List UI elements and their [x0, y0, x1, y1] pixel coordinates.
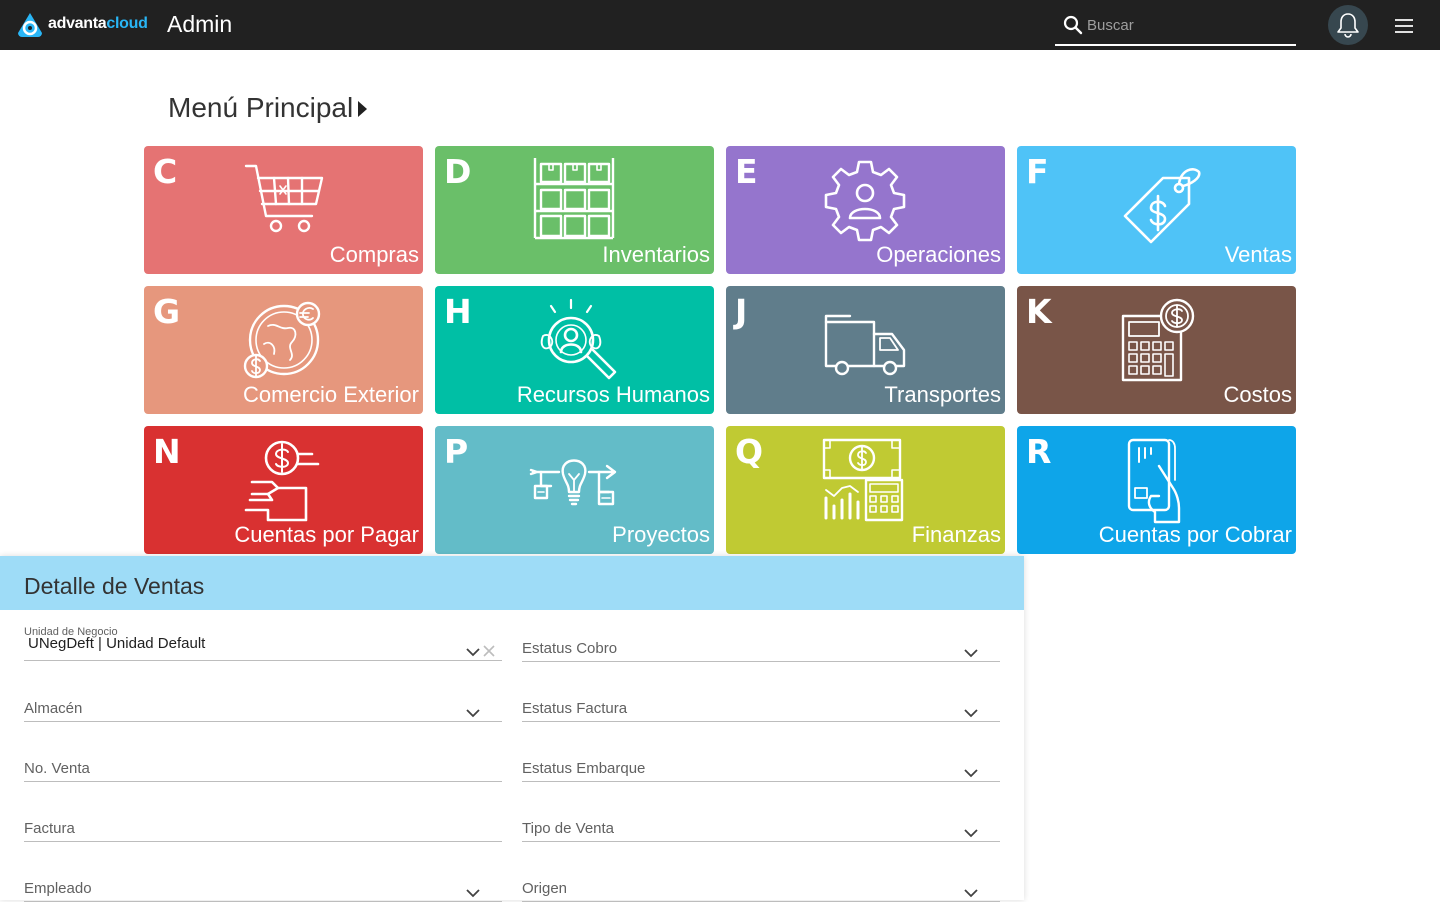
section-title: Menú Principal [168, 92, 354, 123]
chevron-down-icon[interactable] [466, 888, 480, 898]
sale-number-input[interactable]: No. Venta [24, 740, 502, 782]
tile-label: Transportes [884, 382, 1001, 407]
tile-proyectos[interactable]: P Proyectos [435, 426, 714, 554]
tile-label: Proyectos [612, 522, 710, 547]
tile-label: Compras [329, 242, 419, 267]
tile-comercio-exterior[interactable]: G Comercio Exterior [144, 286, 423, 414]
field-label: Estatus Factura [522, 700, 628, 717]
chevron-down-icon[interactable] [964, 648, 978, 658]
warehouse-boxes-icon [533, 158, 615, 240]
tile-letter: R [1026, 432, 1052, 471]
tile-letter: G [153, 292, 181, 331]
tile-letter: D [444, 152, 472, 191]
tile-label: Cuentas por Cobrar [1098, 522, 1292, 547]
field-label: Factura [24, 820, 75, 837]
tile-letter: E [735, 152, 758, 191]
tile-inventarios[interactable]: D Inventarios [435, 146, 714, 274]
collection-status-select[interactable]: Estatus Cobro [522, 620, 1000, 662]
tile-ventas[interactable]: F Ventas [1017, 146, 1296, 274]
field-label: Estatus Cobro [522, 640, 618, 657]
search-input[interactable] [1087, 12, 1287, 38]
caret-right-icon[interactable] [356, 100, 368, 118]
top-bar: advantacloud Admin [0, 0, 1440, 50]
tile-recursos-humanos[interactable]: H Recursos Humanos [435, 286, 714, 414]
tile-label: Comercio Exterior [242, 382, 419, 407]
sale-type-select[interactable]: Tipo de Venta [522, 800, 1000, 842]
globe-currency-icon [243, 301, 321, 379]
magnifier-person-icon [540, 298, 617, 380]
tile-letter: H [444, 292, 472, 331]
gear-person-icon [824, 160, 906, 242]
search-icon [1063, 15, 1083, 35]
brand-part-cloud: cloud [106, 15, 148, 32]
business-unit-select[interactable]: Unidad de Negocio UNegDeft | Unidad Defa… [24, 618, 502, 661]
tile-label: Operaciones [876, 242, 1001, 267]
brand-name[interactable]: advantacloud [48, 15, 148, 33]
sales-detail-panel: Detalle de Ventas Unidad de Negocio UNeg… [0, 556, 1024, 902]
app-title: Admin [167, 11, 233, 37]
tile-letter: F [1026, 152, 1049, 191]
employee-select[interactable]: Empleado [24, 860, 502, 902]
field-label: Empleado [24, 880, 92, 897]
chevron-down-icon[interactable] [964, 828, 978, 838]
tile-label: Inventarios [602, 242, 710, 267]
tile-label: Ventas [1224, 242, 1292, 267]
warehouse-select[interactable]: Almacén [24, 680, 502, 722]
tile-label: Costos [1223, 382, 1292, 407]
card-hand-icon [1127, 438, 1181, 524]
tile-letter: K [1026, 292, 1052, 331]
panel-title: Detalle de Ventas [24, 573, 205, 599]
calculator-coin-icon [1121, 298, 1195, 382]
brand-part-advanta: advanta [48, 15, 107, 32]
tile-transportes[interactable]: J Transportes [726, 286, 1005, 414]
tile-letter: C [153, 152, 178, 191]
field-label: Origen [522, 880, 568, 897]
tile-label: Cuentas por Pagar [234, 522, 419, 547]
chevron-down-icon[interactable] [964, 768, 978, 778]
shipment-status-select[interactable]: Estatus Embarque [522, 740, 1000, 782]
tile-costos[interactable]: K Costos [1017, 286, 1296, 414]
advanta-logo-icon[interactable] [16, 11, 44, 39]
lightbulb-project-icon [529, 459, 617, 506]
chevron-down-icon[interactable] [964, 888, 978, 898]
truck-icon [824, 314, 906, 376]
tile-letter: Q [735, 432, 764, 471]
tile-letter: P [444, 432, 469, 471]
hamburger-menu-icon[interactable] [1393, 17, 1415, 35]
chevron-down-icon[interactable] [466, 647, 480, 657]
price-tag-icon [1123, 168, 1201, 244]
field-label: Tipo de Venta [522, 820, 615, 837]
invoice-input[interactable]: Factura [24, 800, 502, 842]
bell-icon [1337, 13, 1359, 38]
clear-icon[interactable] [482, 644, 496, 658]
field-label: Estatus Embarque [522, 760, 646, 777]
notifications-button[interactable] [1328, 5, 1368, 45]
tile-label: Finanzas [911, 522, 1001, 547]
shopping-cart-icon [244, 164, 324, 233]
tile-operaciones[interactable]: E Operaciones [726, 146, 1005, 274]
search-box[interactable] [1055, 6, 1296, 46]
tile-cuentas-por-pagar[interactable]: N Cuentas por Pagar [144, 426, 423, 554]
finance-chart-icon [822, 438, 904, 522]
chevron-down-icon[interactable] [964, 708, 978, 718]
tile-compras[interactable]: C Compras [144, 146, 423, 274]
tile-letter: J [735, 292, 748, 331]
tile-finanzas[interactable]: Q Finanzas [726, 426, 1005, 554]
field-label: Almacén [24, 700, 83, 717]
field-label: No. Venta [24, 760, 90, 777]
tile-letter: N [153, 432, 181, 471]
origin-select[interactable]: Origen [522, 860, 1000, 902]
tile-cuentas-por-cobrar[interactable]: R Cuentas por Cobrar [1017, 426, 1296, 554]
invoice-status-select[interactable]: Estatus Factura [522, 680, 1000, 722]
chevron-down-icon[interactable] [466, 708, 480, 718]
panel-header: Detalle de Ventas [0, 556, 1024, 610]
hand-money-icon [244, 440, 320, 522]
tile-label: Recursos Humanos [516, 382, 710, 407]
field-value: UNegDeft | Unidad Default [28, 635, 206, 652]
